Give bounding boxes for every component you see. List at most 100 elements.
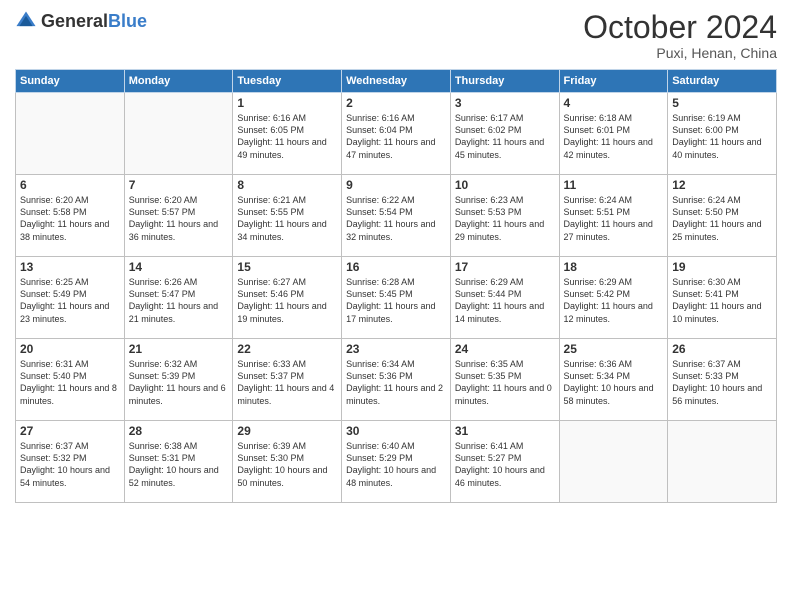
calendar-cell: 27 Sunrise: 6:37 AM Sunset: 5:32 PM Dayli… xyxy=(16,421,125,503)
day-number: 22 xyxy=(237,342,337,356)
logo-icon xyxy=(15,10,37,32)
day-number: 8 xyxy=(237,178,337,192)
day-info: Sunrise: 6:23 AM Sunset: 5:53 PM Dayligh… xyxy=(455,194,555,243)
day-number: 31 xyxy=(455,424,555,438)
calendar-cell: 8 Sunrise: 6:21 AM Sunset: 5:55 PM Daylig… xyxy=(233,175,342,257)
day-info: Sunrise: 6:21 AM Sunset: 5:55 PM Dayligh… xyxy=(237,194,337,243)
weekday-header-sunday: Sunday xyxy=(16,70,125,93)
day-info: Sunrise: 6:25 AM Sunset: 5:49 PM Dayligh… xyxy=(20,276,120,325)
calendar-cell: 4 Sunrise: 6:18 AM Sunset: 6:01 PM Daylig… xyxy=(559,93,668,175)
day-info: Sunrise: 6:38 AM Sunset: 5:31 PM Dayligh… xyxy=(129,440,229,489)
day-number: 27 xyxy=(20,424,120,438)
calendar-body: 1 Sunrise: 6:16 AM Sunset: 6:05 PM Daylig… xyxy=(16,93,777,503)
title-block: October 2024 Puxi, Henan, China xyxy=(583,10,777,61)
calendar-cell: 20Sunrise: 6:31 AM Sunset: 5:40 PM Dayli… xyxy=(16,339,125,421)
calendar-cell: 15Sunrise: 6:27 AM Sunset: 5:46 PM Dayli… xyxy=(233,257,342,339)
day-number: 5 xyxy=(672,96,772,110)
calendar-week-4: 20Sunrise: 6:31 AM Sunset: 5:40 PM Dayli… xyxy=(16,339,777,421)
day-info: Sunrise: 6:39 AM Sunset: 5:30 PM Dayligh… xyxy=(237,440,337,489)
day-number: 14 xyxy=(129,260,229,274)
day-number: 3 xyxy=(455,96,555,110)
day-info: Sunrise: 6:20 AM Sunset: 5:57 PM Dayligh… xyxy=(129,194,229,243)
calendar-cell: 13Sunrise: 6:25 AM Sunset: 5:49 PM Dayli… xyxy=(16,257,125,339)
calendar-cell: 1 Sunrise: 6:16 AM Sunset: 6:05 PM Daylig… xyxy=(233,93,342,175)
day-info: Sunrise: 6:31 AM Sunset: 5:40 PM Dayligh… xyxy=(20,358,120,407)
calendar-cell: 12 Sunrise: 6:24 AM Sunset: 5:50 PM Dayli… xyxy=(668,175,777,257)
calendar-cell: 7 Sunrise: 6:20 AM Sunset: 5:57 PM Daylig… xyxy=(124,175,233,257)
calendar-cell: 29 Sunrise: 6:39 AM Sunset: 5:30 PM Dayli… xyxy=(233,421,342,503)
location-title: Puxi, Henan, China xyxy=(583,45,777,61)
weekday-header-thursday: Thursday xyxy=(450,70,559,93)
day-number: 9 xyxy=(346,178,446,192)
day-info: Sunrise: 6:29 AM Sunset: 5:44 PM Dayligh… xyxy=(455,276,555,325)
weekday-header-row: SundayMondayTuesdayWednesdayThursdayFrid… xyxy=(16,70,777,93)
day-info: Sunrise: 6:27 AM Sunset: 5:46 PM Dayligh… xyxy=(237,276,337,325)
calendar-week-2: 6Sunrise: 6:20 AM Sunset: 5:58 PM Daylig… xyxy=(16,175,777,257)
day-info: Sunrise: 6:18 AM Sunset: 6:01 PM Dayligh… xyxy=(564,112,664,161)
day-number: 4 xyxy=(564,96,664,110)
day-info: Sunrise: 6:30 AM Sunset: 5:41 PM Dayligh… xyxy=(672,276,772,325)
day-number: 10 xyxy=(455,178,555,192)
calendar-cell: 26 Sunrise: 6:37 AM Sunset: 5:33 PM Dayli… xyxy=(668,339,777,421)
logo: General Blue xyxy=(15,10,147,32)
logo-blue: Blue xyxy=(108,12,147,30)
weekday-header-saturday: Saturday xyxy=(668,70,777,93)
calendar-cell xyxy=(124,93,233,175)
day-number: 29 xyxy=(237,424,337,438)
calendar-cell xyxy=(16,93,125,175)
day-number: 26 xyxy=(672,342,772,356)
day-number: 23 xyxy=(346,342,446,356)
calendar-cell: 25Sunrise: 6:36 AM Sunset: 5:34 PM Dayli… xyxy=(559,339,668,421)
calendar-header: SundayMondayTuesdayWednesdayThursdayFrid… xyxy=(16,70,777,93)
header: General Blue October 2024 Puxi, Henan, C… xyxy=(15,10,777,61)
calendar-cell: 31 Sunrise: 6:41 AM Sunset: 5:27 PM Dayli… xyxy=(450,421,559,503)
calendar-cell: 24 Sunrise: 6:35 AM Sunset: 5:35 PM Dayli… xyxy=(450,339,559,421)
calendar-cell: 21 Sunrise: 6:32 AM Sunset: 5:39 PM Dayli… xyxy=(124,339,233,421)
calendar-cell: 9 Sunrise: 6:22 AM Sunset: 5:54 PM Daylig… xyxy=(342,175,451,257)
day-info: Sunrise: 6:24 AM Sunset: 5:50 PM Dayligh… xyxy=(672,194,772,243)
day-number: 21 xyxy=(129,342,229,356)
day-info: Sunrise: 6:37 AM Sunset: 5:32 PM Dayligh… xyxy=(20,440,120,489)
day-number: 16 xyxy=(346,260,446,274)
day-number: 18 xyxy=(564,260,664,274)
day-number: 28 xyxy=(129,424,229,438)
day-info: Sunrise: 6:22 AM Sunset: 5:54 PM Dayligh… xyxy=(346,194,446,243)
calendar-cell: 22 Sunrise: 6:33 AM Sunset: 5:37 PM Dayli… xyxy=(233,339,342,421)
calendar-cell: 19Sunrise: 6:30 AM Sunset: 5:41 PM Dayli… xyxy=(668,257,777,339)
day-number: 11 xyxy=(564,178,664,192)
day-info: Sunrise: 6:16 AM Sunset: 6:05 PM Dayligh… xyxy=(237,112,337,161)
day-number: 7 xyxy=(129,178,229,192)
day-number: 1 xyxy=(237,96,337,110)
day-info: Sunrise: 6:24 AM Sunset: 5:51 PM Dayligh… xyxy=(564,194,664,243)
calendar-cell: 11 Sunrise: 6:24 AM Sunset: 5:51 PM Dayli… xyxy=(559,175,668,257)
weekday-header-tuesday: Tuesday xyxy=(233,70,342,93)
logo-general: General xyxy=(41,12,108,30)
calendar-cell: 17Sunrise: 6:29 AM Sunset: 5:44 PM Dayli… xyxy=(450,257,559,339)
day-info: Sunrise: 6:40 AM Sunset: 5:29 PM Dayligh… xyxy=(346,440,446,489)
calendar-cell: 5 Sunrise: 6:19 AM Sunset: 6:00 PM Daylig… xyxy=(668,93,777,175)
day-info: Sunrise: 6:32 AM Sunset: 5:39 PM Dayligh… xyxy=(129,358,229,407)
day-info: Sunrise: 6:19 AM Sunset: 6:00 PM Dayligh… xyxy=(672,112,772,161)
calendar-cell: 18Sunrise: 6:29 AM Sunset: 5:42 PM Dayli… xyxy=(559,257,668,339)
day-number: 12 xyxy=(672,178,772,192)
day-number: 24 xyxy=(455,342,555,356)
calendar-cell: 10 Sunrise: 6:23 AM Sunset: 5:53 PM Dayli… xyxy=(450,175,559,257)
calendar-cell: 28 Sunrise: 6:38 AM Sunset: 5:31 PM Dayli… xyxy=(124,421,233,503)
calendar-cell: 6Sunrise: 6:20 AM Sunset: 5:58 PM Daylig… xyxy=(16,175,125,257)
day-info: Sunrise: 6:33 AM Sunset: 5:37 PM Dayligh… xyxy=(237,358,337,407)
day-number: 2 xyxy=(346,96,446,110)
day-info: Sunrise: 6:16 AM Sunset: 6:04 PM Dayligh… xyxy=(346,112,446,161)
calendar-cell: 2 Sunrise: 6:16 AM Sunset: 6:04 PM Daylig… xyxy=(342,93,451,175)
calendar-week-3: 13Sunrise: 6:25 AM Sunset: 5:49 PM Dayli… xyxy=(16,257,777,339)
day-info: Sunrise: 6:17 AM Sunset: 6:02 PM Dayligh… xyxy=(455,112,555,161)
calendar-cell: 14Sunrise: 6:26 AM Sunset: 5:47 PM Dayli… xyxy=(124,257,233,339)
day-info: Sunrise: 6:28 AM Sunset: 5:45 PM Dayligh… xyxy=(346,276,446,325)
calendar-cell xyxy=(559,421,668,503)
day-info: Sunrise: 6:41 AM Sunset: 5:27 PM Dayligh… xyxy=(455,440,555,489)
calendar-cell: 3 Sunrise: 6:17 AM Sunset: 6:02 PM Daylig… xyxy=(450,93,559,175)
calendar-cell: 30 Sunrise: 6:40 AM Sunset: 5:29 PM Dayli… xyxy=(342,421,451,503)
day-info: Sunrise: 6:37 AM Sunset: 5:33 PM Dayligh… xyxy=(672,358,772,407)
calendar-cell: 23Sunrise: 6:34 AM Sunset: 5:36 PM Dayli… xyxy=(342,339,451,421)
day-info: Sunrise: 6:35 AM Sunset: 5:35 PM Dayligh… xyxy=(455,358,555,407)
day-number: 30 xyxy=(346,424,446,438)
